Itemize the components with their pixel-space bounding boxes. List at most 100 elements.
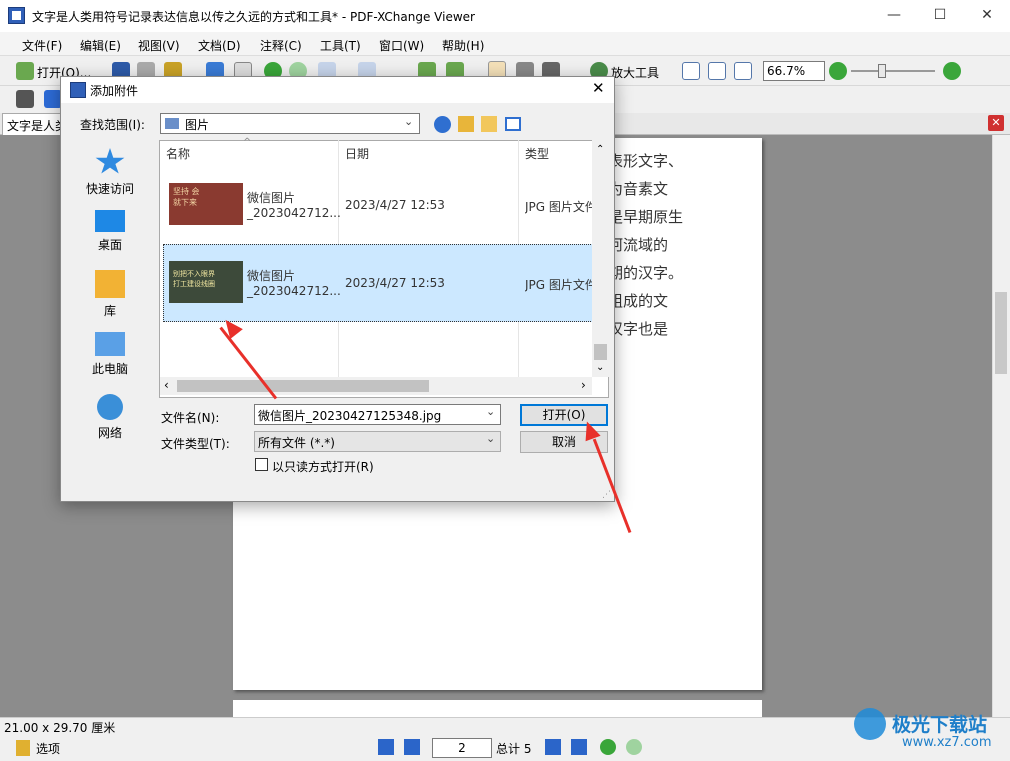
document-tab[interactable]: 文字是人类 [2,113,64,135]
next-page-icon[interactable] [545,739,561,755]
zoom-in-icon[interactable] [943,62,961,80]
place-desktop[interactable]: 桌面 [70,210,150,253]
total-pages-label: 总计 5 [496,742,532,756]
zoom-tool-button[interactable]: 放大工具 [611,64,659,81]
menu-help[interactable]: 帮助(H) [442,37,484,54]
file-date: 2023/4/27 12:53 [345,276,445,290]
options-icon[interactable] [16,740,30,756]
place-label: 快速访问 [85,182,134,196]
star-icon [95,148,125,174]
menu-file[interactable]: 文件(F) [22,37,62,54]
scroll-up-icon[interactable]: ⌃ [596,144,604,155]
options-button[interactable]: 选项 [36,740,60,757]
file-type: JPG 图片文件 [525,200,593,214]
place-label: 库 [103,304,116,318]
lookin-dropdown-icon[interactable]: ⌄ [404,115,413,128]
thumbnail-caption: 坚持 会 [173,187,200,196]
file-name-line1: 微信图片 [247,269,296,283]
page-text-line: 表形文字、 [608,152,684,170]
file-row-selected[interactable]: 别把不入眼界 打工建设线圈 微信图片 _2023042712... 2023/4… [163,244,593,322]
app-icon [8,7,25,24]
dialog-app-icon [70,82,86,98]
page-text-line: 是早期原生 [608,208,684,226]
scroll-left-icon[interactable]: ‹ [164,378,169,392]
last-page-icon[interactable] [571,739,587,755]
menu-tools[interactable]: 工具(T) [320,37,361,54]
menu-document[interactable]: 文档(D) [198,37,241,54]
close-button[interactable]: ✕ [964,0,1010,32]
view-menu-icon[interactable] [505,117,521,131]
place-this-pc[interactable]: 此电脑 [70,332,150,377]
nav-forward-icon[interactable] [626,739,642,755]
filetype-dropdown-icon[interactable]: ⌄ [486,432,495,445]
menu-view[interactable]: 视图(V) [138,37,180,54]
actual-size-icon[interactable] [682,62,700,80]
binoculars-icon[interactable] [16,90,34,108]
menu-window[interactable]: 窗口(W) [379,37,424,54]
lookin-label: 查找范围(I): [80,118,145,132]
dialog-close-button[interactable]: ✕ [592,79,605,97]
place-label: 此电脑 [91,362,128,376]
filename-input[interactable]: 微信图片_20230427125348.jpg [254,404,501,425]
nav-back-icon[interactable] [600,739,616,755]
document-scroll-thumb[interactable] [995,292,1007,374]
back-folder-icon[interactable] [434,116,451,133]
current-page-input[interactable]: 2 [432,738,492,758]
scroll-right-icon[interactable]: › [581,378,586,392]
place-library[interactable]: 库 [70,270,150,319]
file-thumbnail: 别把不入眼界 打工建设线圈 [169,261,243,303]
menu-comments[interactable]: 注释(C) [260,37,302,54]
filename-dropdown-icon[interactable]: ⌄ [486,405,495,418]
document-vertical-scrollbar[interactable] [992,135,1010,717]
sort-arrow-icon: ^ [243,137,252,148]
watermark-logo-icon [854,708,886,740]
column-header-type[interactable]: 类型 [525,145,549,162]
fit-width-icon[interactable] [734,62,752,80]
close-document-icon[interactable]: ✕ [988,115,1004,131]
file-name-line2: _2023042712... [247,206,341,220]
page-size-label: 21.00 x 29.70 厘米 [4,721,116,735]
menu-edit[interactable]: 编辑(E) [80,37,121,54]
horizontal-scroll-thumb[interactable] [177,380,429,392]
place-label: 网络 [97,426,122,440]
fit-page-icon[interactable] [708,62,726,80]
zoom-level-combo[interactable]: 66.7% [763,61,825,81]
first-page-icon[interactable] [378,739,394,755]
dialog-title: 添加附件 [90,84,139,98]
window-title: 文字是人类用符号记录表达信息以传之久远的方式和工具* - PDF-XChange… [32,10,475,24]
maximize-button[interactable]: ☐ [917,0,963,32]
library-icon [95,270,125,298]
readonly-checkbox[interactable] [255,458,268,471]
readonly-label: 以只读方式打开(R) [272,460,374,474]
folder-pictures-icon [165,118,179,129]
file-list-vertical-scrollbar[interactable] [592,140,609,377]
zoom-out-icon[interactable] [829,62,847,80]
lookin-combo[interactable]: 图片 [160,113,420,134]
page-text-line: 组成的文 [608,292,669,310]
up-folder-icon[interactable] [458,116,474,132]
zoom-slider-thumb[interactable] [878,64,886,78]
filename-label: 文件名(N): [161,411,220,425]
new-folder-icon[interactable] [481,116,497,132]
resize-grip-icon[interactable]: ⋰ [602,490,611,500]
file-type: JPG 图片文件 [525,278,593,292]
computer-icon [95,332,125,356]
place-quick-access[interactable]: 快速访问 [70,148,150,197]
thumbnail-caption: 就下来 [173,198,197,207]
file-row[interactable]: 坚持 会 就下来 微信图片 _2023042712... 2023/4/27 1… [163,165,593,243]
place-network[interactable]: 网络 [70,394,150,441]
open-icon[interactable] [16,62,34,80]
places-bar: 快速访问 桌面 库 此电脑 网络 [70,140,150,450]
zoom-slider-track[interactable] [851,70,935,72]
scroll-down-icon[interactable]: ⌄ [596,362,604,373]
minimize-button[interactable]: — [871,0,917,32]
file-name-line1: 微信图片 [247,191,296,205]
page-text-line: 期的汉字。 [608,264,684,282]
filetype-select[interactable]: 所有文件 (*.*) [254,431,501,452]
next-document-page [233,700,762,717]
previous-page-icon[interactable] [404,739,420,755]
file-thumbnail: 坚持 会 就下来 [169,183,243,225]
file-list-scroll-thumb[interactable] [594,344,607,360]
column-header-name[interactable]: 名称 [166,145,190,162]
column-header-date[interactable]: 日期 [345,145,369,162]
